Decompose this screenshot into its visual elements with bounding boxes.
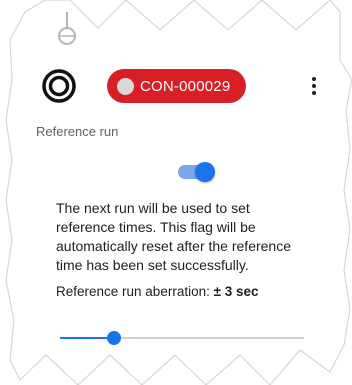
connection-id-label: CON-000029 — [140, 77, 231, 95]
aberration-label: Reference run aberration: — [56, 284, 214, 299]
target-ring-icon — [42, 69, 76, 103]
aberration-value: ± 3 sec — [213, 284, 259, 299]
slider-fill — [60, 337, 114, 339]
toggle-thumb — [195, 162, 215, 182]
target-inner-ring — [48, 75, 70, 97]
aberration-slider[interactable] — [60, 328, 304, 348]
connection-header: CON-000029 — [42, 66, 332, 106]
connection-status-chip[interactable]: CON-000029 — [107, 69, 247, 103]
more-options-button[interactable] — [302, 74, 326, 98]
reference-run-description: The next run will be used to set referen… — [56, 200, 292, 273]
status-dot-icon — [117, 77, 134, 95]
slider-thumb[interactable] — [106, 331, 121, 345]
more-vertical-icon-dot-1 — [312, 77, 316, 81]
screenshot-frame: CON-000029 Reference run The next run wi… — [0, 0, 352, 385]
more-vertical-icon-dot-3 — [312, 91, 316, 95]
reference-run-label: Reference run — [36, 124, 119, 139]
target-outer-ring — [42, 69, 76, 103]
more-vertical-icon-dot-2 — [312, 84, 316, 88]
reference-run-toggle[interactable] — [178, 162, 215, 182]
aberration-line: Reference run aberration: ± 3 sec — [56, 284, 316, 299]
connector-pin-icon — [58, 12, 76, 45]
